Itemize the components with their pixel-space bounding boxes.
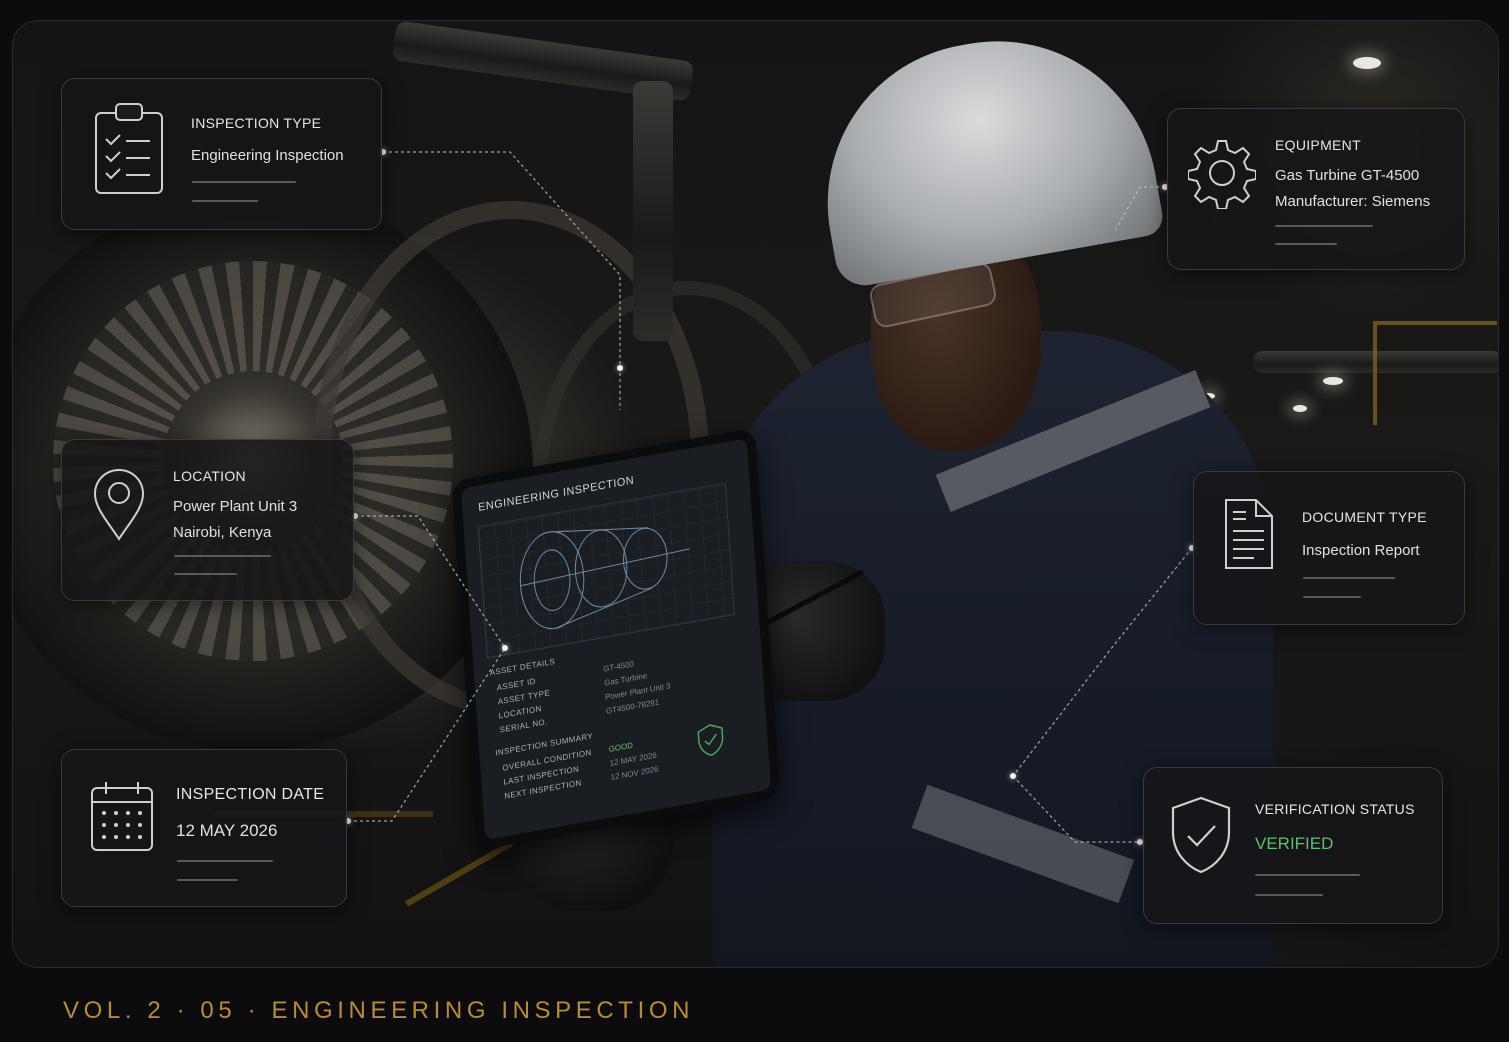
inspection-type-value: Engineering Inspection (191, 147, 344, 164)
divider-bar (177, 879, 238, 881)
document-type-card[interactable]: DOCUMENT TYPE Inspection Report (1193, 471, 1465, 625)
divider-bar (192, 200, 258, 202)
inspection-type-card[interactable]: INSPECTION TYPE Engineering Inspection (61, 78, 382, 230)
gear-icon (1187, 137, 1257, 214)
document-type-value: Inspection Report (1302, 542, 1420, 559)
location-line2: Nairobi, Kenya (173, 524, 272, 541)
location-title: LOCATION (173, 468, 246, 484)
divider-bar (1303, 596, 1361, 598)
shield-check-icon (1170, 796, 1232, 879)
inspection-date-value: 12 MAY 2026 (176, 821, 278, 840)
divider-bar (177, 860, 273, 862)
clipboard-check-icon (94, 101, 164, 200)
calendar-icon (90, 780, 154, 857)
connector-dot (617, 365, 623, 371)
divider-bar (1275, 243, 1337, 245)
inspection-type-title: INSPECTION TYPE (191, 115, 322, 131)
verification-status-card[interactable]: VERIFICATION STATUS VERIFIED (1143, 767, 1443, 924)
location-card[interactable]: LOCATION Power Plant Unit 3 Nairobi, Ken… (61, 439, 354, 601)
connector-dot (502, 645, 508, 651)
document-icon (1224, 498, 1274, 575)
divider-bar (174, 573, 237, 575)
document-type-title: DOCUMENT TYPE (1302, 509, 1427, 525)
equipment-line1: Gas Turbine GT-4500 (1275, 167, 1420, 184)
equipment-card[interactable]: EQUIPMENT Gas Turbine GT-4500 Manufactur… (1167, 108, 1465, 270)
divider-bar (1255, 894, 1323, 896)
divider-bar (174, 555, 271, 557)
divider-bar (1255, 874, 1360, 876)
divider-bar (1275, 225, 1373, 227)
equipment-title: EQUIPMENT (1275, 137, 1361, 153)
inspection-date-title: INSPECTION DATE (176, 786, 325, 803)
location-line1: Power Plant Unit 3 (173, 498, 298, 515)
connector-dot (1010, 773, 1016, 779)
equipment-line2: Manufacturer: Siemens (1275, 193, 1431, 210)
footer-caption: VOL. 2 · 05 · ENGINEERING INSPECTION (63, 997, 695, 1024)
inspection-date-card[interactable]: INSPECTION DATE 12 MAY 2026 (61, 749, 347, 907)
verification-title: VERIFICATION STATUS (1255, 801, 1415, 817)
divider-bar (192, 181, 296, 183)
verification-value: VERIFIED (1255, 834, 1334, 853)
divider-bar (1303, 577, 1395, 579)
map-pin-icon (92, 468, 146, 547)
